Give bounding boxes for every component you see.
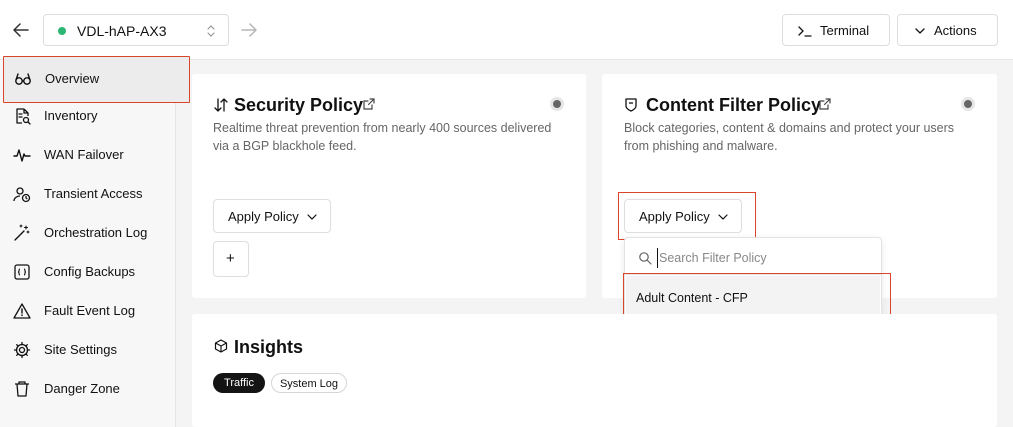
sidebar-item-label: Site Settings xyxy=(44,342,117,357)
device-name: VDL-hAP-AX3 xyxy=(77,23,167,39)
sidebar-item-transient-access[interactable]: Transient Access xyxy=(5,175,189,213)
tab-system-log[interactable]: System Log xyxy=(271,373,347,393)
security-policy-title: Security Policy xyxy=(234,95,364,115)
sidebar-item-label: Overview xyxy=(45,71,100,86)
terminal-button[interactable]: Terminal xyxy=(782,14,890,46)
content-filter-policy-title: Content Filter Policy xyxy=(646,95,822,115)
add-policy-button[interactable]: + xyxy=(213,241,249,277)
sidebar-item-overview[interactable]: Overview xyxy=(3,56,190,103)
chevron-down-icon xyxy=(307,214,317,220)
sidebar-item-danger-zone[interactable]: Danger Zone xyxy=(5,370,189,408)
security-policy-card: Security Policy Realtime threat preventi… xyxy=(192,74,586,298)
tab-label: System Log xyxy=(279,378,339,390)
terminal-label: Terminal xyxy=(820,23,870,38)
sidebar-item-inventory[interactable]: Inventory xyxy=(5,97,189,135)
content-filter-description: Block categories, content & domains and … xyxy=(624,121,955,135)
sidebar-item-label: Orchestration Log xyxy=(44,225,148,240)
plus-icon: + xyxy=(226,250,235,267)
chevron-down-icon xyxy=(915,28,925,34)
actions-button[interactable]: Actions xyxy=(897,14,998,46)
glasses-icon xyxy=(15,73,31,85)
sidebar-item-fault-event-log[interactable]: Fault Event Log xyxy=(5,292,189,330)
sidebar-item-label: Inventory xyxy=(44,108,98,123)
trash-icon xyxy=(15,381,29,397)
status-indicator xyxy=(553,100,561,108)
forward-arrow-icon[interactable] xyxy=(240,20,258,40)
actions-label: Actions xyxy=(934,23,977,38)
filter-policy-search-input[interactable] xyxy=(657,248,867,268)
sort-arrows-icon xyxy=(214,98,228,112)
external-link-icon[interactable] xyxy=(363,98,375,110)
sidebar-item-label: Fault Event Log xyxy=(44,303,136,318)
security-apply-policy-button[interactable]: Apply Policy xyxy=(213,199,331,233)
pulse-icon xyxy=(13,149,31,162)
back-arrow-icon[interactable] xyxy=(12,20,30,40)
sidebar-item-orchestration-log[interactable]: Orchestration Log xyxy=(5,214,189,252)
content-filter-description: from phishing and malware. xyxy=(624,139,778,153)
shield-icon xyxy=(625,98,637,112)
device-status-dot xyxy=(58,27,66,35)
search-icon xyxy=(639,252,652,265)
terminal-icon xyxy=(798,26,812,37)
file-braces-icon xyxy=(14,264,30,280)
sidebar-item-config-backups[interactable]: Config Backups xyxy=(5,253,189,291)
sidebar-item-wan-failover[interactable]: WAN Failover xyxy=(5,136,189,174)
security-policy-description: Realtime threat prevention from nearly 4… xyxy=(213,121,552,135)
security-policy-description: via a BGP blackhole feed. xyxy=(213,139,357,153)
insights-card: Insights Traffic System Log xyxy=(192,314,997,427)
chevron-up-down-icon xyxy=(207,25,215,37)
user-clock-icon xyxy=(13,187,31,203)
sidebar-item-label: WAN Failover xyxy=(44,147,124,162)
sidebar-item-label: Danger Zone xyxy=(44,381,120,396)
sidebar-item-site-settings[interactable]: Site Settings xyxy=(5,331,189,369)
cube-icon xyxy=(214,339,228,353)
tab-traffic[interactable]: Traffic xyxy=(213,373,265,393)
top-bar: VDL-hAP-AX3 Terminal Actions xyxy=(0,0,1013,60)
sidebar-item-label: Transient Access xyxy=(44,186,143,201)
tab-label: Traffic xyxy=(224,377,254,389)
document-search-icon xyxy=(16,108,31,125)
highlight-box xyxy=(618,192,756,240)
magic-wand-icon xyxy=(14,224,30,241)
insights-title: Insights xyxy=(234,337,304,357)
status-indicator xyxy=(964,100,972,108)
gear-icon xyxy=(13,341,31,359)
external-link-icon[interactable] xyxy=(819,98,831,110)
device-selector[interactable]: VDL-hAP-AX3 xyxy=(43,14,229,46)
warning-icon xyxy=(13,303,31,319)
sidebar: Overview Inventory WAN Failover Transien… xyxy=(0,56,190,427)
apply-policy-label: Apply Policy xyxy=(228,209,299,224)
sidebar-item-label: Config Backups xyxy=(44,264,136,279)
